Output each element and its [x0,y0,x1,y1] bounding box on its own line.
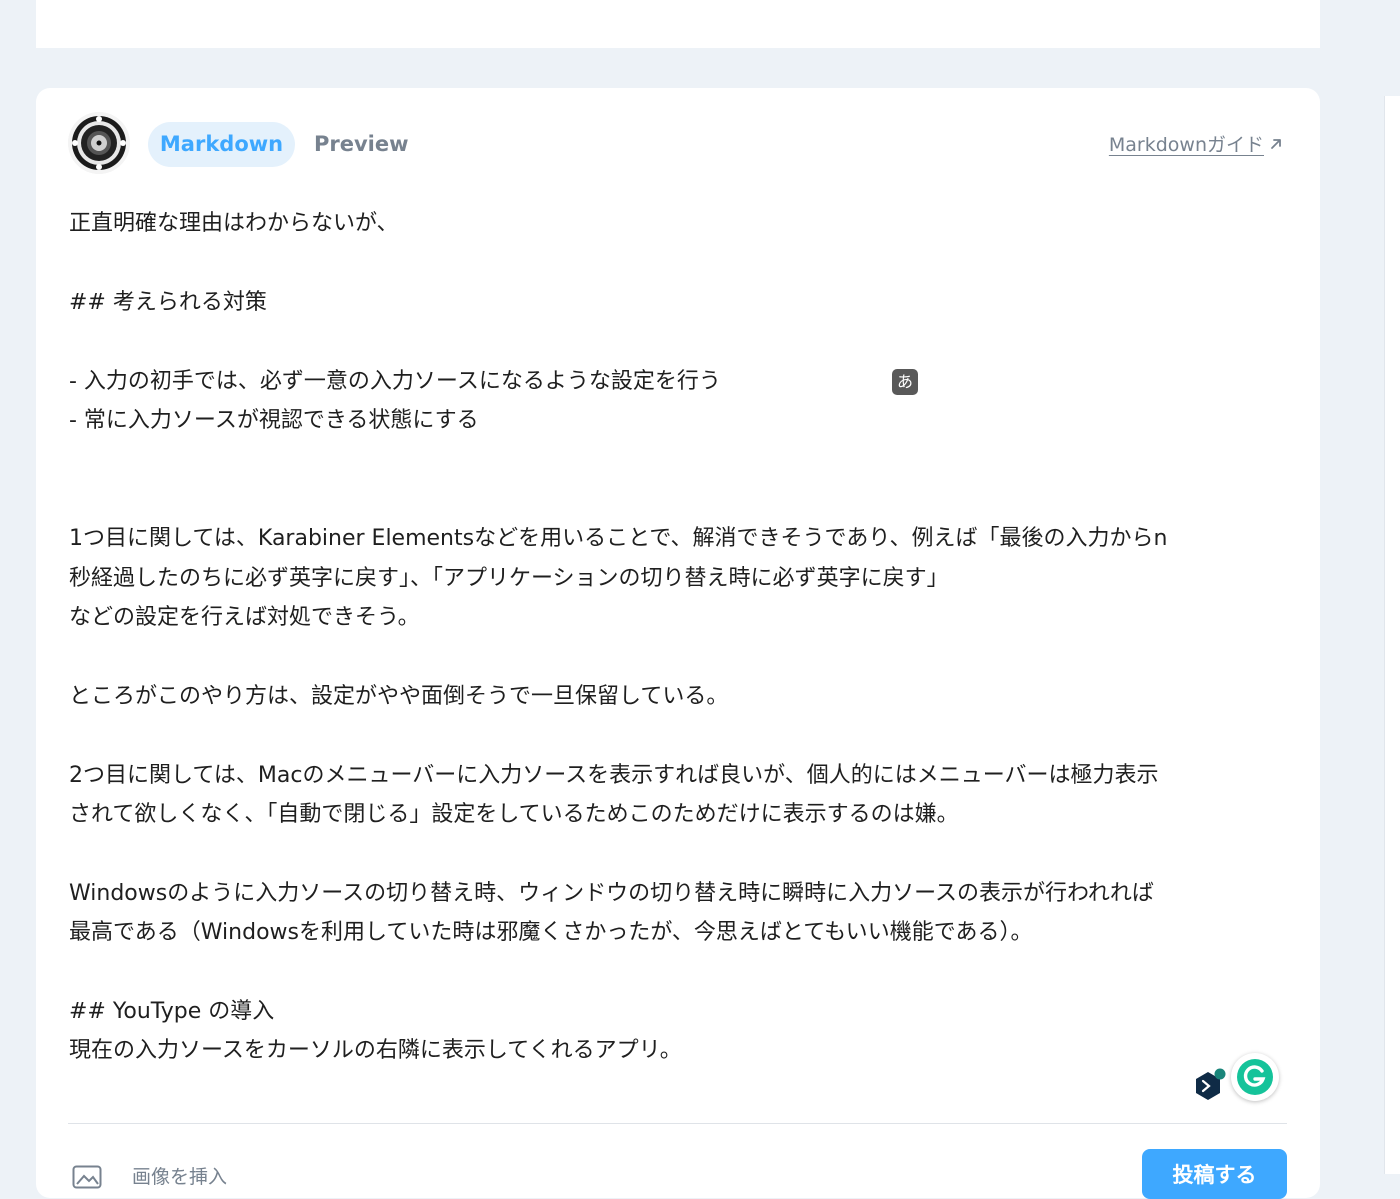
avatar-record-icon [68,112,130,174]
editor-line: ところがこのやり方は、設定がやや面倒そうで一旦保留している。 [69,683,729,709]
editor-line: Windowsのように入力ソースの切り替え時、ウィンドウの切り替え時に瞬時に入力… [69,880,1154,906]
user-avatar[interactable] [68,112,130,174]
external-arrow-icon [1271,138,1281,149]
editor-line: 秒経過したのちに必ず英字に戻す」、「アプリケーションの切り替え時に必ず英字に戻す… [69,565,949,591]
editor-line: 1つ目に関しては、Karabiner Elementsなどを用いることで、解消で… [69,526,1168,552]
editor-line: されて欲しくなく、「自動で閉じる」設定をしているためこのためだけに表示するのは嫌… [69,802,959,827]
grammarly-icon [1237,1059,1273,1095]
image-upload-icon[interactable] [72,1165,102,1189]
image-upload-label[interactable]: 画像を挿入 [132,1162,227,1189]
editor-line: 2つ目に関しては、Macのメニューバーに入力ソースを表示すれば良いが、個人的には… [69,762,1159,788]
comment-editor: Markdown Preview Markdownガイド 正直明確な理由はわから… [36,88,1320,1199]
submit-button[interactable]: 投稿する [1142,1149,1287,1199]
editor-line: などの設定を行えば対処できそう。 [69,605,420,630]
markdown-guide-link[interactable]: Markdownガイド [1109,130,1284,157]
tab-preview[interactable]: Preview [314,122,409,167]
previous-card [36,0,1320,48]
editor-line: 最高である（Windowsを利用していた時は邪魔くさかったが、今思えばとてもいい… [69,920,1033,946]
grammarly-button[interactable] [1231,1053,1279,1101]
editor-line: 現在の入力ソースをカーソルの右隣に表示してくれるアプリ。 [69,1038,682,1064]
editor-line: 正直明確な理由はわからないが、 [69,211,399,236]
editor-line: ## 考えられる対策 [69,289,267,315]
input-source-indicator: あ [892,369,918,395]
markdown-textarea[interactable]: 正直明確な理由はわからないが、 ## 考えられる対策 - 入力の初手では、必ず一意の… [69,204,1299,1104]
deepl-icon[interactable] [1194,1068,1226,1104]
side-panel-edge [1384,96,1400,1174]
editor-line: - 常に入力ソースが視認できる状態にする [69,408,479,433]
editor-line: - 入力の初手では、必ず一意の入力ソースになるような設定を行う [69,368,721,394]
toolbar-divider [68,1123,1287,1124]
markdown-guide-label: Markdownガイド [1108,134,1264,156]
editor-line: ## YouType の導入 [69,999,275,1024]
tab-markdown[interactable]: Markdown [148,122,295,167]
